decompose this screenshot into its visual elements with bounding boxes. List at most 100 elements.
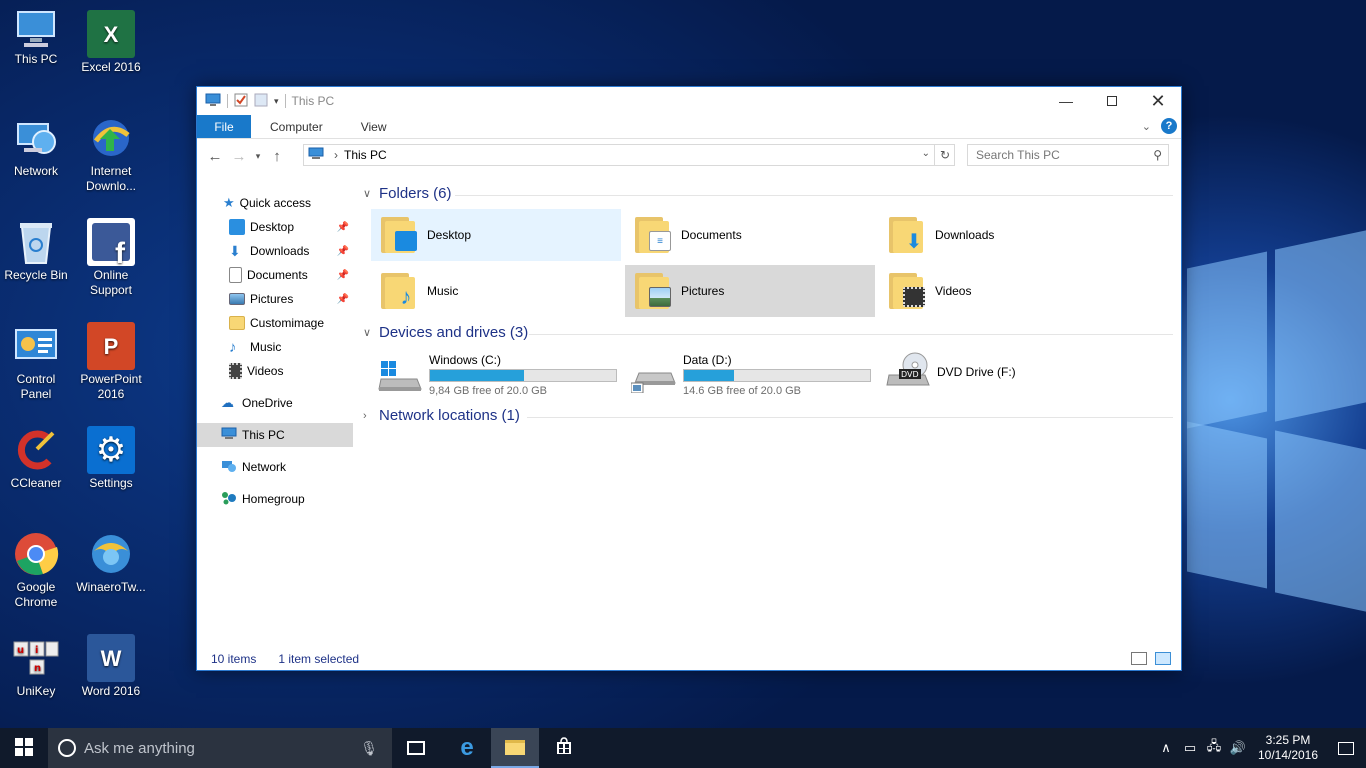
group-divider xyxy=(527,417,1173,418)
film-icon xyxy=(229,363,242,379)
clock-time: 3:25 PM xyxy=(1265,733,1311,747)
nav-music[interactable]: ♪ Music xyxy=(197,335,353,359)
desktop-icon-winaero[interactable]: WinaeroTw... xyxy=(75,530,147,595)
nav-downloads[interactable]: ⬇ Downloads 📌 xyxy=(197,239,353,263)
pin-icon[interactable]: 📌 xyxy=(337,246,349,257)
search-input[interactable]: Search This PC ⚲ xyxy=(967,144,1169,166)
svg-text:i: i xyxy=(35,645,38,656)
breadcrumb-separator-icon[interactable]: › xyxy=(334,148,338,162)
group-header-devices[interactable]: ∨ Devices and drives (3) xyxy=(363,324,528,341)
taskbar-file-explorer[interactable] xyxy=(491,728,539,768)
desktop-icon-recycle-bin[interactable]: Recycle Bin xyxy=(0,218,72,283)
folder-tile-downloads[interactable]: ⬇ Downloads xyxy=(879,209,1129,261)
group-header-network[interactable]: › Network locations (1) xyxy=(363,407,520,424)
recent-locations-button[interactable]: ▾ xyxy=(251,144,265,168)
tab-computer[interactable]: Computer xyxy=(251,115,342,138)
volume-icon[interactable]: 🔊 xyxy=(1226,740,1250,756)
word-icon: W xyxy=(87,634,135,682)
svg-text:n: n xyxy=(34,663,41,674)
network-globe-icon xyxy=(12,114,60,162)
drive-tile-dvd[interactable]: DVD DVD Drive (F:) xyxy=(879,347,1133,397)
title-bar[interactable]: ▾ This PC — ✕ xyxy=(197,87,1181,115)
minimize-button[interactable]: — xyxy=(1043,87,1089,115)
address-dropdown-icon[interactable]: ⌄ xyxy=(922,148,930,159)
gear-icon: ⚙ xyxy=(87,426,135,474)
drive-tile-c[interactable]: Windows (C:) 9,84 GB free of 20.0 GB xyxy=(371,347,625,397)
expand-ribbon-chevron-icon[interactable]: ⌄ xyxy=(1142,120,1151,133)
drive-name: Windows (C:) xyxy=(429,353,502,367)
network-tray-icon[interactable]: 🖧 xyxy=(1202,737,1226,759)
music-folder-icon: ♪ xyxy=(381,271,417,311)
tab-view[interactable]: View xyxy=(342,115,406,138)
nav-homegroup[interactable]: Homegroup xyxy=(197,487,353,511)
drive-tile-d[interactable]: Data (D:) 14.6 GB free of 20.0 GB xyxy=(625,347,879,397)
task-view-button[interactable] xyxy=(392,728,440,768)
clock[interactable]: 3:25 PM 10/14/2016 xyxy=(1250,733,1326,763)
nav-quick-access[interactable]: ★ Quick access xyxy=(197,191,353,215)
nav-onedrive[interactable]: ☁ OneDrive xyxy=(197,391,353,415)
cloud-icon: ☁ xyxy=(221,395,234,410)
desktop-folder-icon xyxy=(381,215,417,255)
desktop-icon-ccleaner[interactable]: CCleaner xyxy=(0,426,72,491)
pin-icon[interactable]: 📌 xyxy=(337,294,349,305)
forward-button[interactable]: → xyxy=(227,144,251,168)
breadcrumb-this-pc[interactable]: This PC xyxy=(344,148,387,162)
navigation-pane: ★ Quick access Desktop 📌 ⬇ Downloads 📌 D… xyxy=(197,187,353,647)
folder-tile-documents[interactable]: ≡ Documents xyxy=(625,209,875,261)
folder-tile-desktop[interactable]: Desktop xyxy=(371,209,621,261)
desktop-icon-excel[interactable]: X Excel 2016 xyxy=(75,10,147,75)
nav-desktop[interactable]: Desktop 📌 xyxy=(197,215,353,239)
cortana-search-box[interactable]: Ask me anything 🎙 xyxy=(48,728,392,768)
folder-tile-pictures[interactable]: Pictures xyxy=(625,265,875,317)
battery-icon[interactable]: ▭ xyxy=(1178,740,1202,756)
dvd-drive-icon: DVD xyxy=(885,351,930,389)
pin-icon[interactable]: 📌 xyxy=(337,222,349,233)
properties-icon[interactable] xyxy=(234,93,248,110)
nav-network[interactable]: Network xyxy=(197,455,353,479)
show-hidden-icons-chevron-icon[interactable]: ∧ xyxy=(1154,740,1178,756)
nav-videos[interactable]: Videos xyxy=(197,359,353,383)
status-bar: 10 items 1 item selected xyxy=(197,648,1181,670)
desktop-icon-control-panel[interactable]: Control Panel xyxy=(0,322,72,402)
group-header-folders[interactable]: ∨ Folders (6) xyxy=(363,185,452,202)
control-panel-icon xyxy=(12,322,60,370)
desktop-icon-this-pc[interactable]: This PC xyxy=(0,10,72,67)
drive-usage-bar xyxy=(683,369,871,382)
action-center-button[interactable] xyxy=(1326,728,1366,768)
taskbar-edge[interactable]: e xyxy=(443,728,491,768)
customize-toolbar-chevron-icon[interactable]: ▾ xyxy=(274,96,279,107)
maximize-button[interactable] xyxy=(1089,87,1135,115)
refresh-button[interactable]: ↻ xyxy=(934,144,955,166)
desktop-icon-idm[interactable]: Internet Downlo... xyxy=(75,114,147,194)
address-bar[interactable]: › This PC ⌄ xyxy=(303,144,955,166)
desktop-icon-unikey[interactable]: uin UniKey xyxy=(0,634,72,699)
taskbar-store[interactable] xyxy=(540,728,588,768)
excel-icon: X xyxy=(87,10,135,58)
nav-documents[interactable]: Documents 📌 xyxy=(197,263,353,287)
close-button[interactable]: ✕ xyxy=(1135,87,1181,115)
up-button[interactable]: ↑ xyxy=(265,144,289,168)
desktop-icon-online-support[interactable]: f Online Support xyxy=(75,218,147,298)
microphone-icon[interactable]: 🎙 xyxy=(360,740,378,757)
pin-icon[interactable]: 📌 xyxy=(337,270,349,281)
chevron-right-icon: › xyxy=(363,409,367,422)
desktop-icon-word[interactable]: W Word 2016 xyxy=(75,634,147,699)
desktop-icon-network[interactable]: Network xyxy=(0,114,72,179)
desktop-icon-settings[interactable]: ⚙ Settings xyxy=(75,426,147,491)
folder-tile-videos[interactable]: Videos xyxy=(879,265,1129,317)
nav-this-pc[interactable]: This PC xyxy=(197,423,353,447)
large-icons-view-button[interactable] xyxy=(1155,652,1171,665)
tab-file[interactable]: File xyxy=(197,115,251,138)
nav-pictures[interactable]: Pictures 📌 xyxy=(197,287,353,311)
nav-customimage[interactable]: Customimage xyxy=(197,311,353,335)
back-button[interactable]: ← xyxy=(203,144,227,168)
help-icon[interactable]: ? xyxy=(1161,118,1177,134)
folder-tile-music[interactable]: ♪ Music xyxy=(371,265,621,317)
start-button[interactable] xyxy=(0,728,48,768)
new-folder-icon[interactable] xyxy=(254,93,268,110)
details-view-button[interactable] xyxy=(1131,652,1147,665)
computer-icon xyxy=(14,10,58,50)
desktop-icon-powerpoint[interactable]: P PowerPoint 2016 xyxy=(75,322,147,402)
chevron-down-icon: ∨ xyxy=(363,327,372,339)
desktop-icon-chrome[interactable]: Google Chrome xyxy=(0,530,72,610)
